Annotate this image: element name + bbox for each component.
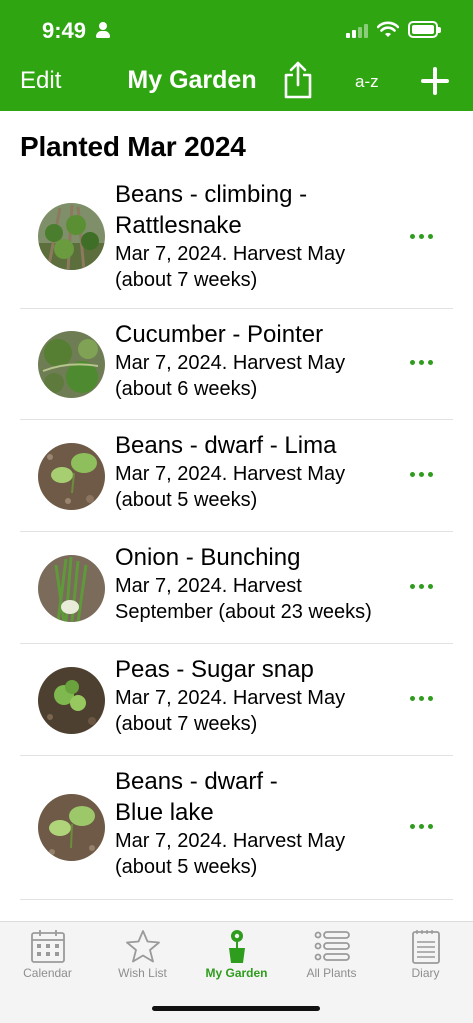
plant-photo [38, 331, 105, 398]
plus-icon[interactable] [420, 66, 450, 96]
status-time: 9:49 [42, 18, 87, 43]
section-title: Planted Mar 2024 [20, 131, 246, 162]
plant-name-line2: Rattlesnake [115, 212, 242, 239]
tab-label: My Garden [205, 966, 268, 980]
tab-wish-list[interactable]: Wish List [95, 922, 190, 982]
tab-label: All Plants [306, 966, 357, 980]
plant-date: Mar 7, 2024. Harvest May [115, 243, 346, 265]
plant-name-line2: Blue lake [115, 799, 214, 826]
plant-row[interactable]: Cucumber - Pointer Mar 7, 2024. Harvest … [0, 309, 473, 420]
plant-harvest: (about 7 weeks) [115, 269, 258, 291]
plant-name: Beans - dwarf - Lima [115, 432, 337, 459]
plant-name: Onion - Bunching [115, 544, 301, 571]
plant-text: Peas - Sugar snap Mar 7, 2024. Harvest M… [115, 654, 405, 737]
more-options-icon[interactable] [409, 582, 435, 592]
nav-header: 9:49 Edit My Garden a-z [0, 0, 473, 111]
page-title: My Garden [127, 66, 257, 94]
status-bar: 9:49 [0, 0, 473, 56]
star-icon [126, 930, 160, 963]
share-icon[interactable] [282, 60, 314, 100]
tab-all-plants[interactable]: All Plants [284, 922, 379, 982]
cellular-signal-icon [346, 22, 370, 38]
plant-harvest: (about 5 weeks) [115, 856, 258, 878]
tab-label: Diary [411, 966, 440, 980]
plant-row[interactable]: Peas - Sugar snap Mar 7, 2024. Harvest M… [0, 644, 473, 756]
list-icon [314, 931, 350, 961]
plant-text: Beans - climbing - Rattlesnake Mar 7, 20… [115, 179, 405, 293]
plant-date: Mar 7, 2024. Harvest May [115, 830, 346, 852]
plant-date: Mar 7, 2024. Harvest May [115, 687, 346, 709]
notebook-icon [412, 930, 440, 964]
plant-row[interactable]: Beans - dwarf - Blue lake Mar 7, 2024. H… [0, 756, 473, 900]
home-indicator [152, 1006, 320, 1011]
plant-name: Beans - climbing - [115, 181, 308, 208]
plant-date: Mar 7, 2024. Harvest [115, 575, 302, 597]
plant-photo [38, 667, 105, 734]
battery-icon [408, 21, 441, 38]
potted-plant-icon [229, 930, 245, 963]
plant-date: Mar 7, 2024. Harvest May [115, 463, 346, 485]
plant-text: Cucumber - Pointer Mar 7, 2024. Harvest … [115, 319, 405, 402]
wifi-icon [377, 21, 399, 37]
tab-label: Wish List [118, 966, 167, 980]
tab-my-garden[interactable]: My Garden [189, 922, 284, 982]
plant-harvest: (about 5 weeks) [115, 489, 258, 511]
plant-text: Beans - dwarf - Blue lake Mar 7, 2024. H… [115, 766, 405, 880]
plant-name: Cucumber - Pointer [115, 321, 324, 348]
tab-calendar[interactable]: Calendar [0, 922, 95, 982]
more-options-icon[interactable] [409, 470, 435, 480]
plant-row[interactable]: Beans - dwarf - Lima Mar 7, 2024. Harves… [0, 420, 473, 532]
plant-date: Mar 7, 2024. Harvest May [115, 352, 346, 374]
divider [20, 899, 453, 900]
plant-photo [38, 203, 105, 270]
sort-az-button[interactable]: a-z [355, 72, 379, 92]
plant-harvest: (about 7 weeks) [115, 713, 258, 735]
plant-photo [38, 555, 105, 622]
plant-name: Beans - dwarf - [115, 768, 278, 795]
plant-list-scroll[interactable]: Planted Mar 2024 Beans - climbing - Ratt… [0, 111, 473, 921]
plant-harvest: (about 6 weeks) [115, 378, 258, 400]
plant-photo [38, 443, 105, 510]
plant-text: Beans - dwarf - Lima Mar 7, 2024. Harves… [115, 430, 405, 513]
calendar-icon [31, 930, 65, 963]
tab-label: Calendar [23, 966, 72, 980]
plant-row[interactable]: Beans - climbing - Rattlesnake Mar 7, 20… [0, 175, 473, 309]
more-options-icon[interactable] [409, 358, 435, 368]
plant-row[interactable]: Onion - Bunching Mar 7, 2024. Harvest Se… [0, 532, 473, 644]
plant-harvest: September (about 23 weeks) [115, 601, 372, 623]
tab-diary[interactable]: Diary [378, 922, 473, 982]
person-icon [96, 22, 110, 38]
plant-name: Peas - Sugar snap [115, 656, 314, 683]
more-options-icon[interactable] [409, 232, 435, 242]
plant-photo [38, 794, 105, 861]
more-options-icon[interactable] [409, 822, 435, 832]
plant-text: Onion - Bunching Mar 7, 2024. Harvest Se… [115, 542, 405, 625]
more-options-icon[interactable] [409, 694, 435, 704]
